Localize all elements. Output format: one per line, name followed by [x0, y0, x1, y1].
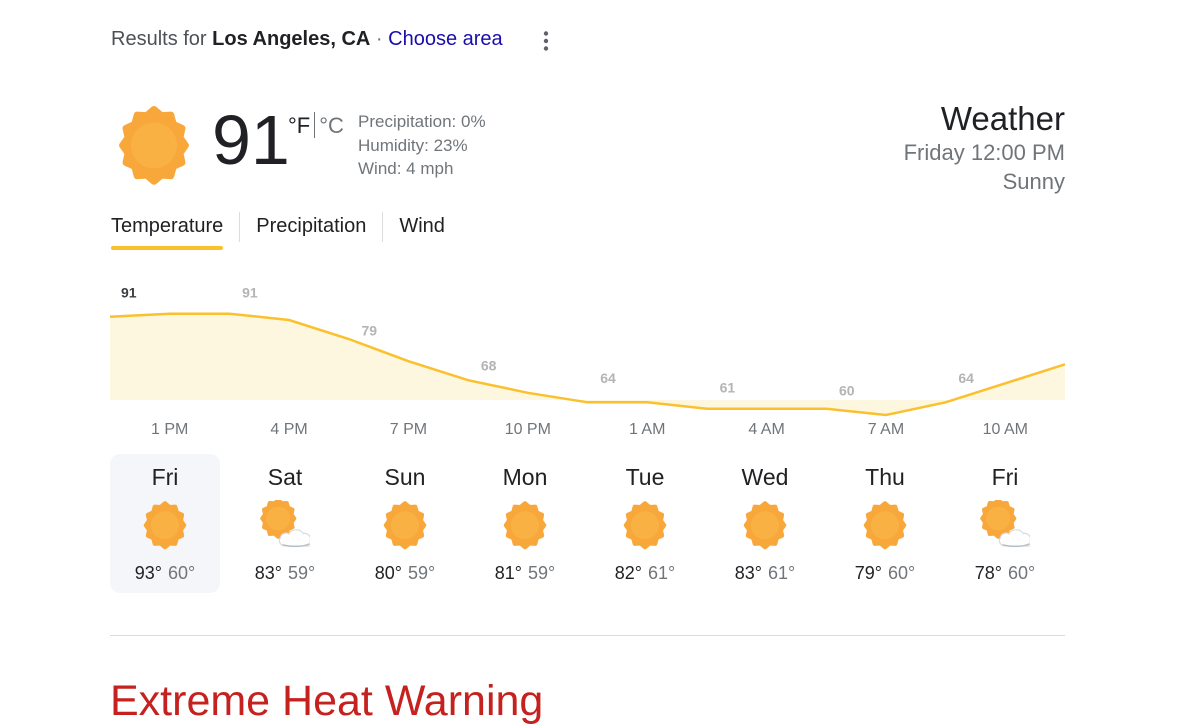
forecast-temps: 80° 59°: [350, 562, 460, 584]
forecast-low: 61°: [648, 563, 676, 583]
chart-hour-label: 4 AM: [748, 421, 784, 438]
weather-card: Results for Los Angeles, CA · Choose are…: [0, 0, 1200, 727]
forecast-temps: 81° 59°: [470, 562, 580, 584]
sunny-icon: [740, 500, 790, 550]
section-divider: [110, 635, 1065, 636]
forecast-temps: 93° 60°: [110, 562, 220, 584]
chart-hour-label: 10 AM: [983, 421, 1028, 438]
forecast-day-name: Fri: [151, 464, 179, 490]
forecast-temps: 79° 60°: [830, 562, 940, 584]
sunny-icon: [620, 500, 670, 550]
forecast-day-name: Sun: [384, 464, 426, 490]
forecast-low: 59°: [288, 563, 316, 583]
forecast-high: 83°: [734, 563, 762, 583]
forecast-low: 60°: [888, 563, 916, 583]
forecast-temps: 82° 61°: [590, 562, 700, 584]
forecast-day-name: Thu: [865, 464, 905, 490]
sunny-icon: [380, 500, 430, 550]
forecast-day[interactable]: Wed 83° 61°: [710, 454, 820, 593]
chart-hour-label: 4 PM: [270, 421, 307, 438]
forecast-high: 82°: [614, 563, 642, 583]
forecast-high: 81°: [494, 563, 522, 583]
forecast-high: 83°: [254, 563, 282, 583]
forecast-high: 78°: [974, 563, 1002, 583]
chart-temp-label: 61: [720, 380, 736, 396]
forecast-temps: 78° 60°: [950, 562, 1060, 584]
forecast-high: 79°: [854, 563, 882, 583]
heat-warning-title[interactable]: Extreme Heat Warning: [110, 675, 543, 727]
chart-hour-label: 7 AM: [868, 421, 904, 438]
forecast-low: 60°: [168, 563, 196, 583]
chart-temp-label: 64: [958, 370, 974, 386]
sunny-icon: [140, 500, 190, 550]
forecast-day-name: Fri: [991, 464, 1019, 490]
chart-hour-label: 1 PM: [151, 421, 188, 438]
forecast-day-name: Sat: [267, 464, 303, 490]
forecast-day[interactable]: Sat 83° 59°: [230, 454, 340, 593]
forecast-day[interactable]: Fri 93° 60°: [110, 454, 220, 593]
partly-cloudy-icon: [260, 498, 312, 550]
chart-temp-label: 68: [481, 357, 497, 373]
chart-temp-label: 60: [839, 383, 855, 399]
forecast-day[interactable]: Thu 79° 60°: [830, 454, 940, 593]
forecast-low: 61°: [768, 563, 796, 583]
chart-temp-label: 91: [242, 285, 258, 301]
chart-temp-label: 91: [121, 285, 137, 301]
chart-hour-label: 10 PM: [505, 421, 551, 438]
forecast-low: 60°: [1008, 563, 1036, 583]
forecast-temps: 83° 61°: [710, 562, 820, 584]
forecast-day[interactable]: Sun 80° 59°: [350, 454, 460, 593]
sunny-icon: [500, 500, 550, 550]
forecast-day[interactable]: Tue 82° 61°: [590, 454, 700, 593]
forecast-low: 59°: [408, 563, 436, 583]
forecast-low: 59°: [528, 563, 556, 583]
forecast-high: 80°: [374, 563, 402, 583]
partly-cloudy-icon: [980, 498, 1032, 550]
forecast-day-name: Tue: [625, 464, 665, 490]
sunny-icon: [860, 500, 910, 550]
chart-temp-label: 79: [361, 323, 377, 339]
chart-temp-label: 64: [600, 370, 616, 386]
temperature-chart: 91 91 79 68 64 61 60 64 1 PM 4 PM 7 PM 10 PM 1 AM 4 …: [109, 285, 1066, 438]
chart-hour-label: 1 AM: [629, 421, 665, 438]
chart-hour-label: 7 PM: [390, 421, 427, 438]
daily-forecast: Fri 93° 60° Sat 83° 59° Sun 80° 59° Mon 81° 59° Tue 8…: [110, 454, 1070, 593]
forecast-day-name: Wed: [741, 464, 789, 490]
forecast-day[interactable]: Fri 78° 60°: [950, 454, 1060, 593]
forecast-temps: 83° 59°: [230, 562, 340, 584]
forecast-high: 93°: [134, 563, 162, 583]
chart-area: [110, 313, 1065, 415]
forecast-day[interactable]: Mon 81° 59°: [470, 454, 580, 593]
forecast-day-name: Mon: [502, 464, 548, 490]
